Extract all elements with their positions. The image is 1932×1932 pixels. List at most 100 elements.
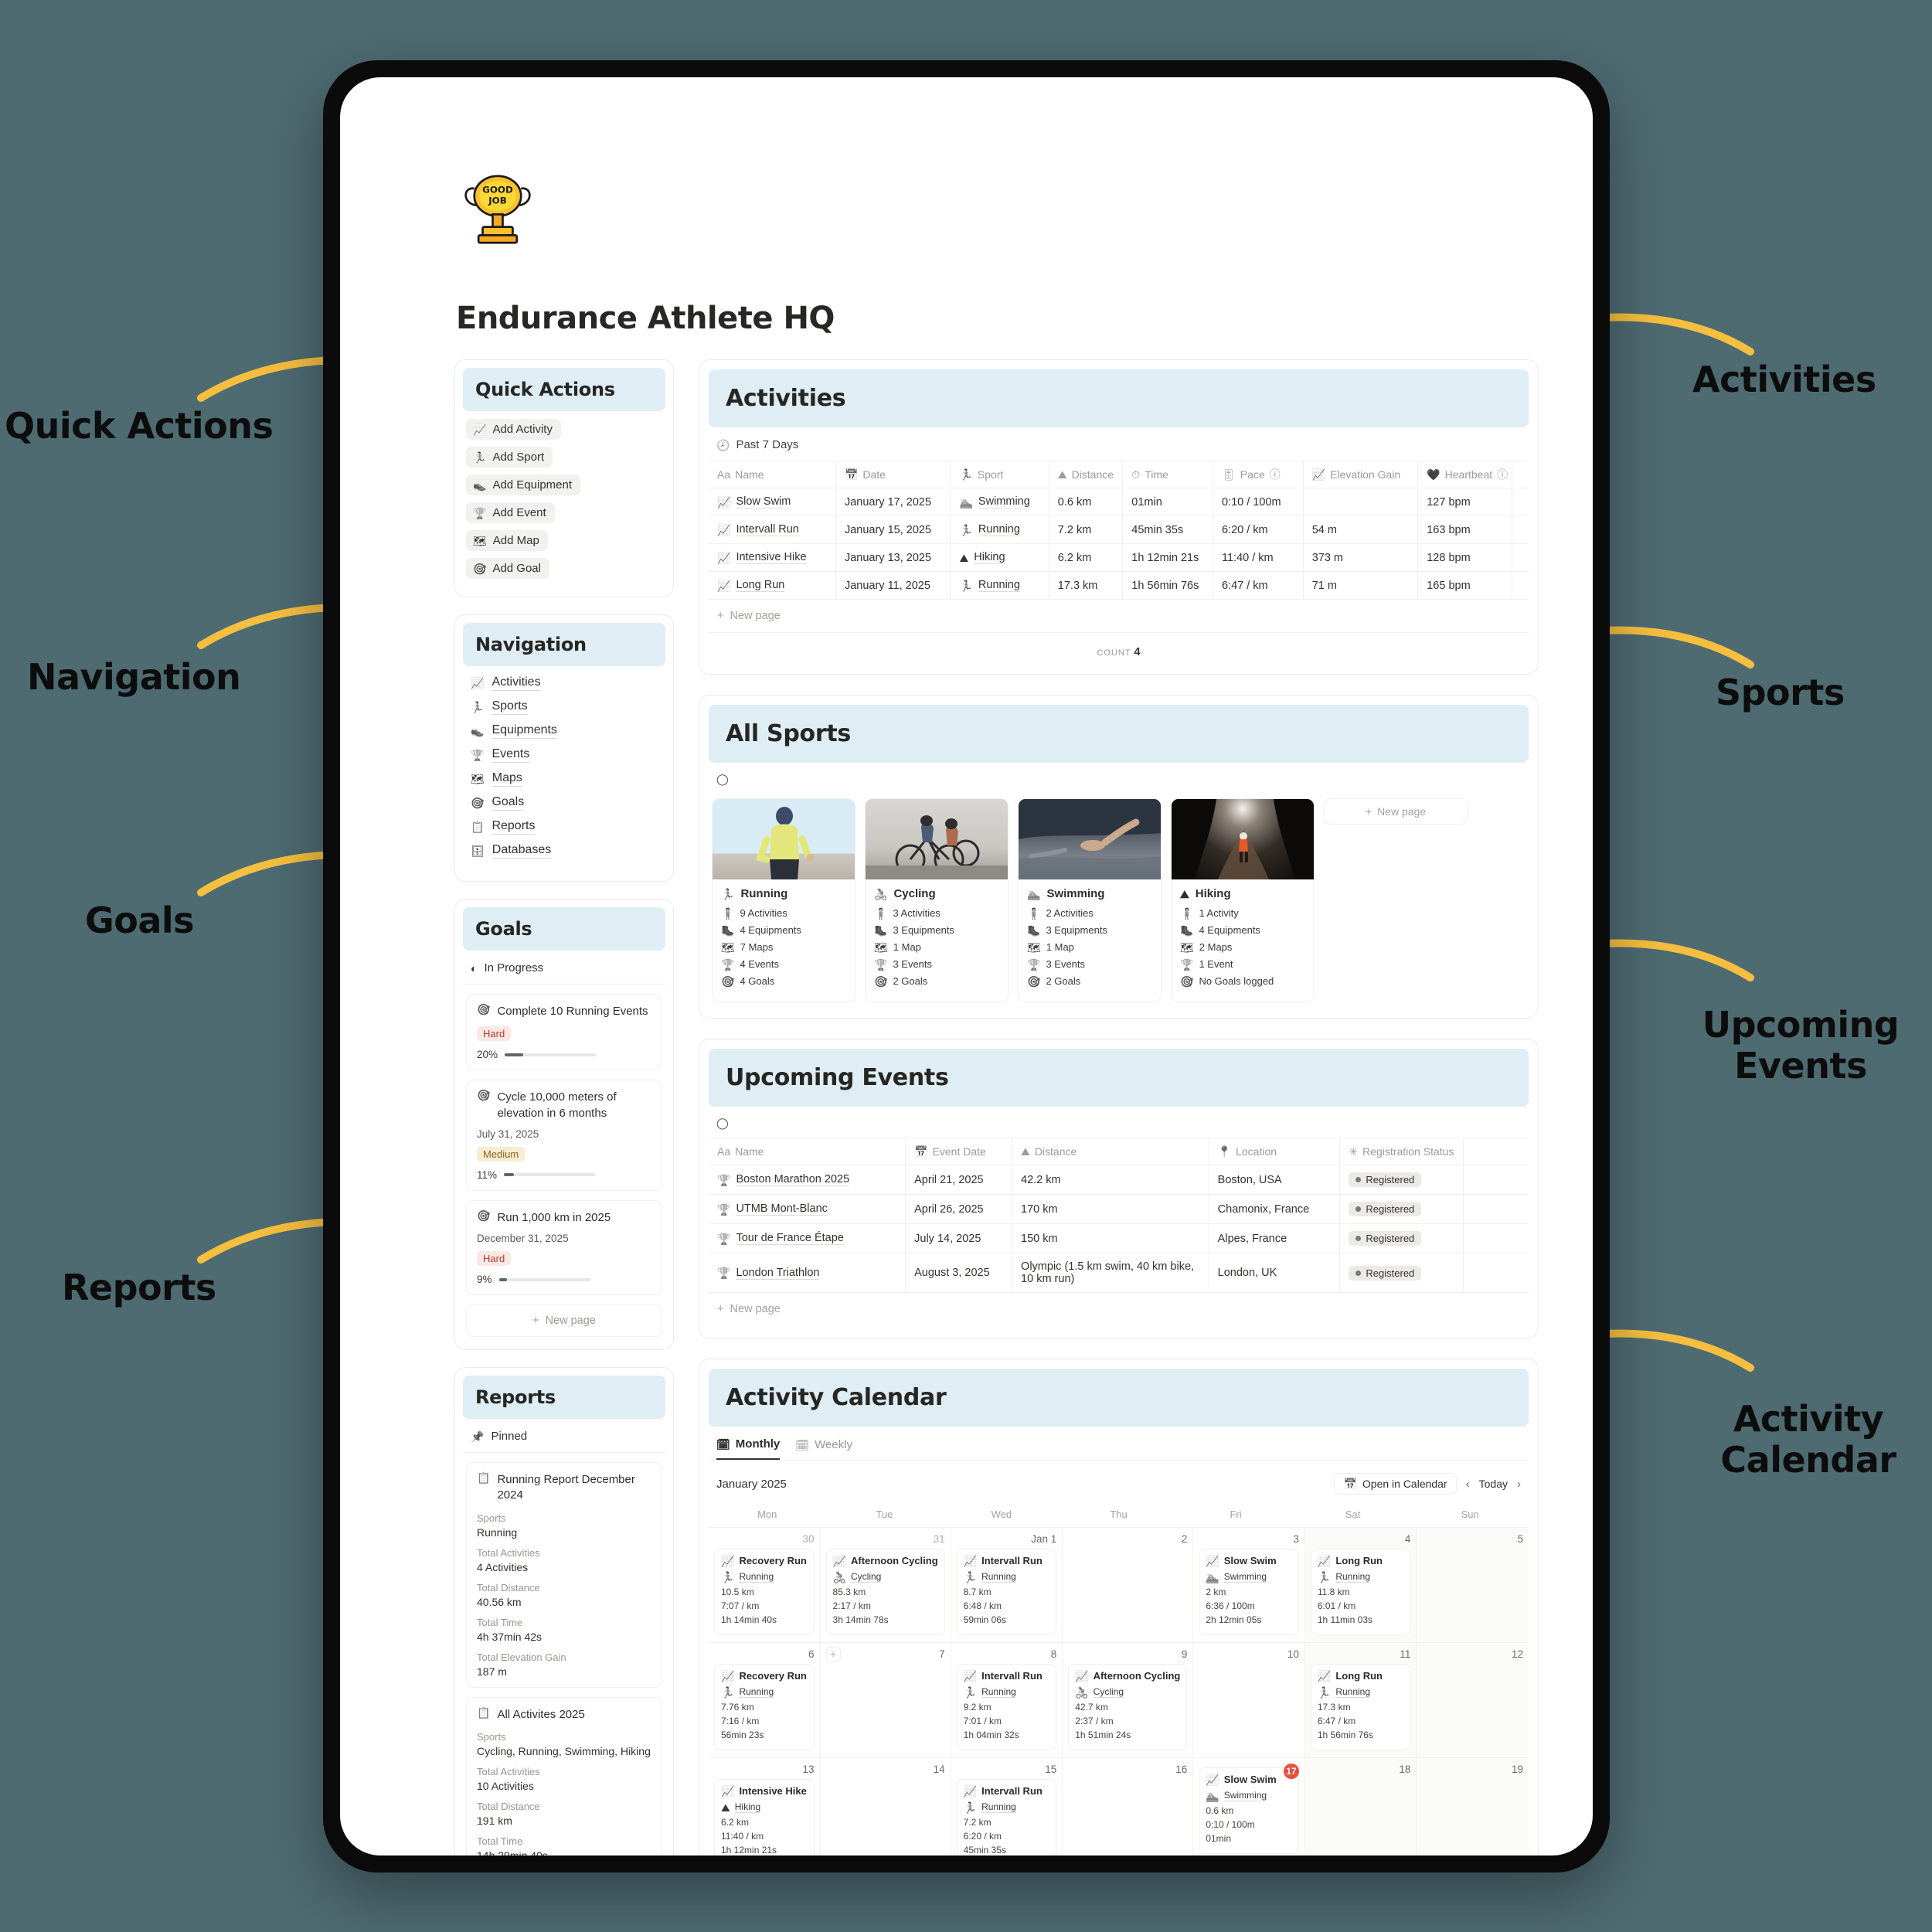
calendar-day-cell[interactable]: 4 📈 Long Run 🏃 Running 11.8 km 6:01 / km 1h 11m… bbox=[1304, 1528, 1417, 1643]
sidebar-item-maps[interactable]: 🗺 Maps bbox=[471, 771, 659, 787]
calendar-event-card[interactable]: 📈 Recovery Run 🏃 Running 10.5 km 7:07 / km 1h … bbox=[714, 1549, 815, 1635]
tab-weekly[interactable]: 🗓 Weekly bbox=[795, 1437, 852, 1460]
col-registration-status[interactable]: ✳ Registration Status bbox=[1339, 1138, 1464, 1165]
activities-new-page-button[interactable]: + New page bbox=[709, 600, 1529, 633]
sidebar-item-databases[interactable]: 🗄 Databases bbox=[471, 843, 659, 859]
calendar-event-time: 01min bbox=[1206, 1833, 1232, 1844]
upcoming-events-filter[interactable]: ◯ bbox=[709, 1107, 1529, 1138]
calendar-event-time: 1h 04min 32s bbox=[963, 1730, 1019, 1740]
table-row[interactable]: 🏆 Tour de France Étape July 14, 2025 150 … bbox=[709, 1223, 1529, 1253]
report-card[interactable]: 📋 Running Report December 2024 Sports Run… bbox=[466, 1462, 662, 1688]
calendar-day-cell[interactable]: 9 📈 Afternoon Cycling 🚴 Cycling 42.7 km 2:37 /… bbox=[1063, 1643, 1194, 1758]
calendar-day-number: 4 bbox=[1404, 1533, 1411, 1545]
calendar-event-card[interactable]: 📈 Intervall Run 🏃 Running 9.2 km 7:01 / km 1h … bbox=[956, 1664, 1057, 1750]
col-heartbeat[interactable]: 🖤 Heartbeat ⓘ bbox=[1417, 461, 1513, 488]
calendar-day-cell[interactable]: 2 bbox=[1063, 1528, 1194, 1643]
activities-filter[interactable]: 🕗 Past 7 Days bbox=[709, 427, 1529, 461]
sport-card-swimming[interactable]: 🏊 Swimming 🧍 2 Activities 🥾 3 Equipments 🗺 1… bbox=[1018, 798, 1162, 1002]
activity-icon: 📈 bbox=[471, 677, 485, 689]
report-card[interactable]: 📋 All Activites 2025 Sports Cycling, Runn… bbox=[466, 1696, 662, 1855]
calendar-next-button[interactable]: › bbox=[1517, 1478, 1521, 1491]
calendar-day-cell[interactable]: 3 📈 Slow Swim 🏊 Swimming 2 km 6:36 / 100m 2h 12… bbox=[1193, 1528, 1305, 1643]
goal-card[interactable]: 🎯 Cycle 10,000 meters of elevation in 6 m… bbox=[466, 1080, 662, 1191]
all-sports-filter[interactable]: ◯ bbox=[709, 763, 1529, 794]
col-name[interactable]: Aa Name bbox=[709, 1138, 906, 1165]
events-new-page-button[interactable]: + New page bbox=[709, 1293, 1529, 1325]
calendar-day-cell[interactable]: 11 📈 Long Run 🏃 Running 17.3 km 6:47 / km 1h 56… bbox=[1304, 1643, 1417, 1758]
calendar-event-card[interactable]: 📈 Intervall Run 🏃 Running 7.2 km 6:20 / km 45m… bbox=[956, 1779, 1057, 1855]
sport-card-cycling[interactable]: 🚴 Cycling 🧍 3 Activities 🥾 3 Equipments 🗺 1 … bbox=[865, 798, 1009, 1002]
col-event-date[interactable]: 📅 Event Date bbox=[905, 1138, 1013, 1165]
calendar-day-cell[interactable]: 10 bbox=[1193, 1643, 1305, 1758]
calendar-day-cell[interactable]: 31 📈 Afternoon Cycling 🚴 Cycling 85.3 km 2:17 … bbox=[820, 1528, 951, 1643]
open-in-calendar-button[interactable]: 📅 Open in Calendar bbox=[1334, 1473, 1457, 1495]
calendar-today-button[interactable]: Today bbox=[1479, 1478, 1508, 1490]
col-date[interactable]: 📅 Date bbox=[835, 461, 951, 488]
calendar-day-cell[interactable]: 16 bbox=[1063, 1758, 1194, 1855]
calendar-day-cell[interactable]: 15 📈 Intervall Run 🏃 Running 7.2 km 6:20 / km 4… bbox=[951, 1758, 1063, 1855]
calendar-event-card[interactable]: 📈 Long Run 🏃 Running 17.3 km 6:47 / km 1h 56mi… bbox=[1310, 1664, 1411, 1750]
swim-icon: 🏊 bbox=[1027, 887, 1041, 900]
goals-new-page-button[interactable]: + New page bbox=[466, 1304, 662, 1337]
add-equipment-button[interactable]: 👟 Add Equipment bbox=[466, 474, 581, 495]
calendar-day-cell[interactable]: 19 bbox=[1417, 1758, 1529, 1855]
table-row[interactable]: 🏆 London Triathlon August 3, 2025 Olympic… bbox=[709, 1253, 1529, 1293]
goals-filter[interactable]: ◐ In Progress bbox=[463, 951, 665, 985]
sidebar-item-activities[interactable]: 📈 Activities bbox=[471, 675, 659, 691]
table-row[interactable]: 🏆 Boston Marathon 2025 April 21, 2025 42.… bbox=[709, 1165, 1529, 1195]
tab-monthly[interactable]: 🗓 Monthly bbox=[716, 1437, 781, 1460]
calendar-day-cell[interactable]: 30 📈 Recovery Run 🏃 Running 10.5 km 7:07 / km 1… bbox=[709, 1528, 821, 1643]
col-location[interactable]: 📍 Location bbox=[1209, 1138, 1341, 1165]
table-row[interactable]: 📈 Slow Swim January 17, 2025 🏊 Swimming 0.… bbox=[709, 488, 1529, 516]
add-event-button[interactable]: + bbox=[825, 1647, 841, 1662]
calendar-day-cell[interactable]: 17 📈 Slow Swim 🏊 Swimming 0.6 km 0:10 / 100m 01… bbox=[1193, 1758, 1305, 1855]
add-activity-button[interactable]: 📈 Add Activity bbox=[466, 419, 561, 440]
sidebar-item-reports[interactable]: 📋 Reports bbox=[471, 819, 659, 835]
calendar-event-card[interactable]: 📈 Intensive Hike ⛰ Hiking 6.2 km 11:40 / km 1h… bbox=[714, 1779, 815, 1855]
calendar-day-cell[interactable]: 8 📈 Intervall Run 🏃 Running 9.2 km 7:01 / km 1h… bbox=[951, 1643, 1063, 1758]
col-name[interactable]: Aa Name bbox=[709, 461, 836, 488]
col-sport[interactable]: 🏃 Sport bbox=[950, 461, 1049, 488]
calendar-day-number: 13 bbox=[802, 1764, 815, 1775]
col-pace[interactable]: 🎚 Pace ⓘ bbox=[1213, 461, 1304, 488]
calendar-day-number: 8 bbox=[1050, 1648, 1057, 1660]
col-distance[interactable]: ⛰ Distance bbox=[1049, 461, 1124, 488]
calendar-day-cell[interactable]: 13 📈 Intensive Hike ⛰ Hiking 6.2 km 11:40 / km… bbox=[709, 1758, 821, 1855]
sidebar-item-goals[interactable]: 🎯 Goals bbox=[471, 795, 659, 811]
table-row[interactable]: 📈 Intervall Run January 15, 2025 🏃 Running… bbox=[709, 515, 1529, 544]
calendar-event-card[interactable]: 📈 Slow Swim 🏊 Swimming 0.6 km 0:10 / 100m 01mi… bbox=[1199, 1767, 1299, 1854]
calendar-event-card[interactable]: 📈 Slow Swim 🏊 Swimming 2 km 6:36 / 100m 2h 12m… bbox=[1199, 1549, 1299, 1635]
goal-card[interactable]: 🎯 Run 1,000 km in 2025 December 31, 2025 … bbox=[466, 1199, 662, 1295]
calendar-day-cell[interactable]: 14 bbox=[820, 1758, 951, 1855]
sport-card-hiking[interactable]: ⛰ Hiking 🧍 1 Activity 🥾 4 Equipments 🗺 2 Map… bbox=[1171, 798, 1315, 1002]
table-row[interactable]: 📈 Intensive Hike January 13, 2025 ⛰ Hiking… bbox=[709, 543, 1529, 572]
calendar-day-cell[interactable]: +7 bbox=[820, 1643, 951, 1758]
add-event-button[interactable]: 🏆 Add Event bbox=[466, 502, 555, 523]
add-sport-button[interactable]: 🏃 Add Sport bbox=[466, 447, 553, 468]
sidebar-item-equipments[interactable]: 👟 Equipments bbox=[471, 723, 659, 739]
calendar-day-cell[interactable]: 6 📈 Recovery Run 🏃 Running 7.76 km 7:16 / km 56… bbox=[709, 1643, 821, 1758]
calendar-event-card[interactable]: 📈 Recovery Run 🏃 Running 7.76 km 7:16 / km 56m… bbox=[714, 1664, 815, 1750]
calendar-event-card[interactable]: 📈 Afternoon Cycling 🚴 Cycling 85.3 km 2:17 / … bbox=[825, 1549, 945, 1635]
calendar-day-cell[interactable]: 12 bbox=[1417, 1643, 1529, 1758]
sport-card-running[interactable]: 🏃 Running 🧍 9 Activities 🥾 4 Equipments 🗺 7 … bbox=[712, 798, 855, 1002]
reports-filter[interactable]: 📌 Pinned bbox=[463, 1419, 665, 1453]
calendar-day-cell[interactable]: 5 bbox=[1417, 1528, 1529, 1643]
add-goal-button[interactable]: 🎯 Add Goal bbox=[466, 558, 549, 579]
sports-new-page-button[interactable]: + New page bbox=[1324, 798, 1468, 825]
goal-card[interactable]: 🎯 Complete 10 Running Events Hard 20% bbox=[466, 994, 662, 1071]
calendar-prev-button[interactable]: ‹ bbox=[1466, 1478, 1470, 1491]
calendar-day-cell[interactable]: 18 bbox=[1304, 1758, 1417, 1855]
calendar-event-card[interactable]: 📈 Afternoon Cycling 🚴 Cycling 42.7 km 2:37 / … bbox=[1068, 1664, 1188, 1750]
table-row[interactable]: 📈 Long Run January 11, 2025 🏃 Running 17.3… bbox=[709, 571, 1529, 600]
col-distance[interactable]: ⛰ Distance bbox=[1012, 1138, 1209, 1165]
add-map-button[interactable]: 🗺 Add Map bbox=[466, 530, 548, 551]
col-time[interactable]: ⏱ Time bbox=[1122, 461, 1213, 488]
calendar-event-card[interactable]: 📈 Intervall Run 🏃 Running 8.7 km 6:48 / km 59m… bbox=[956, 1549, 1057, 1635]
sidebar-item-events[interactable]: 🏆 Events bbox=[471, 747, 659, 763]
calendar-event-card[interactable]: 📈 Long Run 🏃 Running 11.8 km 6:01 / km 1h 11mi… bbox=[1310, 1549, 1411, 1635]
table-row[interactable]: 🏆 UTMB Mont-Blanc April 26, 2025 170 km C… bbox=[709, 1194, 1529, 1224]
col-elevation-gain[interactable]: 📈 Elevation Gain bbox=[1303, 461, 1419, 488]
calendar-day-cell[interactable]: Jan 1 📈 Intervall Run 🏃 Running 8.7 km 6:48 / … bbox=[951, 1528, 1063, 1643]
sidebar-item-sports[interactable]: 🏃 Sports bbox=[471, 699, 659, 715]
